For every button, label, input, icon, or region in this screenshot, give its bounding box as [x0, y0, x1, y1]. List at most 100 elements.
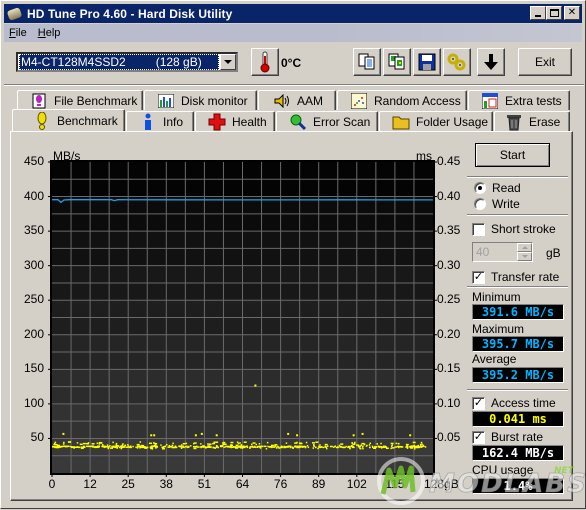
copy-screenshot-icon — [388, 53, 405, 70]
save-icon — [418, 53, 436, 71]
radio-read-label: Read — [492, 181, 521, 195]
check-icon: ✓ — [472, 270, 485, 284]
tab-label: Disk monitor — [181, 93, 248, 108]
transfer-rate-checkbox[interactable]: ✓ Transfer rate — [472, 270, 559, 284]
info-icon — [139, 113, 157, 130]
minimum-label: Minimum — [472, 290, 521, 304]
close-button[interactable]: ✕ — [564, 6, 580, 20]
radio-write[interactable]: Write — [474, 197, 520, 211]
divider — [467, 214, 568, 216]
save-button[interactable] — [413, 48, 441, 76]
radio-read-indicator — [474, 182, 486, 194]
average-value: 395.2 MB/s — [472, 367, 564, 383]
tab-info[interactable]: Info — [126, 111, 194, 131]
maximize-icon — [549, 9, 559, 17]
tab-label: Erase — [529, 114, 561, 129]
drive-capacity: (128 gB) — [155, 55, 202, 69]
divider — [467, 389, 568, 391]
trash-icon — [505, 114, 523, 130]
title-bar[interactable]: HD Tune Pro 4.60 - Hard Disk Utility ✕ — [4, 4, 582, 23]
start-label: Start — [499, 148, 526, 162]
maximize-button[interactable] — [546, 6, 562, 20]
burst-rate-checkbox[interactable]: ✓ Burst rate — [472, 430, 543, 444]
exclamation-icon — [33, 111, 51, 130]
menu-file-label: ile — [15, 27, 27, 39]
chevron-down-icon — [224, 60, 232, 64]
app-window: HD Tune Pro 4.60 - Hard Disk Utility ✕ F… — [0, 0, 586, 509]
short-stroke-unit: gB — [546, 246, 561, 260]
disk-monitor-icon — [157, 93, 175, 109]
tab-erase[interactable]: Erase — [494, 111, 570, 131]
burst-rate-value: 162.4 MB/s — [472, 445, 564, 461]
temperature-button[interactable] — [251, 48, 279, 76]
close-icon: ✕ — [567, 7, 577, 18]
menu-help-accel: H — [37, 27, 46, 39]
speaker-icon — [273, 93, 291, 109]
access-time-value: 0.041 ms — [472, 411, 564, 427]
short-stroke-value: 40 — [476, 245, 490, 259]
copy-text-button[interactable] — [353, 48, 381, 76]
options-button[interactable] — [443, 48, 471, 76]
menu-help-label: elp — [45, 27, 61, 39]
tab-label: File Benchmark — [54, 93, 138, 108]
tab-error-scan[interactable]: Error Scan — [276, 111, 378, 131]
tab-aam[interactable]: AAM — [258, 90, 336, 110]
spin-up-button[interactable] — [517, 243, 532, 252]
transfer-rate-label: Transfer rate — [491, 270, 560, 284]
window-title: HD Tune Pro 4.60 - Hard Disk Utility — [27, 6, 233, 21]
access-time-checkbox[interactable]: ✓ Access time — [472, 396, 556, 410]
menu-file[interactable]: File — [4, 27, 33, 39]
options-icon — [447, 53, 466, 71]
minimize-button[interactable] — [530, 6, 546, 20]
random-access-icon — [350, 92, 368, 109]
short-stroke-box — [472, 222, 485, 236]
divider — [467, 176, 568, 178]
tab-label: Info — [163, 114, 184, 129]
chevron-down-icon — [521, 255, 528, 258]
tab-folder-usage[interactable]: Folder Usage — [379, 111, 493, 131]
drive-dropdown-button[interactable] — [220, 54, 236, 70]
cpu-usage-label: CPU usage — [472, 463, 534, 477]
chevron-up-icon — [521, 246, 528, 249]
spin-down-button[interactable] — [517, 252, 532, 261]
menu-bar: File Help — [4, 24, 582, 42]
tab-label: Extra tests — [505, 93, 562, 108]
radio-write-label: Write — [492, 197, 520, 211]
minimum-value: 391.6 MB/s — [472, 304, 564, 320]
tab-benchmark[interactable]: Benchmark — [12, 109, 125, 131]
short-stroke-spinner[interactable]: 40 — [472, 242, 533, 262]
drive-select[interactable]: M4-CT128M4SSD2 (128 gB) — [16, 52, 238, 72]
copy-screenshot-button[interactable] — [383, 48, 411, 76]
radio-read[interactable]: Read — [474, 181, 521, 195]
maximum-value: 395.7 MB/s — [472, 336, 564, 352]
divider — [467, 286, 568, 288]
average-label: Average — [472, 352, 517, 366]
minimize-icon — [535, 15, 541, 17]
tab-random-access[interactable]: Random Access — [337, 90, 467, 110]
download-button[interactable] — [477, 48, 505, 76]
download-arrow-icon — [484, 54, 498, 70]
tab-label: Folder Usage — [416, 114, 489, 129]
tab-label: Health — [232, 114, 267, 129]
tab-disk-monitor[interactable]: Disk monitor — [144, 90, 257, 110]
folder-icon — [392, 114, 410, 130]
tab-health[interactable]: Health — [195, 111, 275, 131]
drive-select-value: M4-CT128M4SSD2 (128 gB) — [19, 54, 219, 70]
toolbar-divider — [4, 84, 584, 86]
menu-file-accel: F — [9, 27, 16, 39]
thermometer-icon — [260, 51, 270, 73]
copy-text-icon — [358, 53, 375, 70]
start-button[interactable]: Start — [475, 143, 550, 167]
short-stroke-checkbox[interactable]: Short stroke — [472, 222, 556, 236]
exit-button[interactable]: Exit — [518, 48, 572, 76]
check-icon: ✓ — [472, 430, 485, 444]
short-stroke-label: Short stroke — [491, 222, 556, 236]
health-cross-icon — [208, 113, 226, 130]
tab-extra-tests[interactable]: Extra tests — [468, 90, 570, 110]
drive-name: M4-CT128M4SSD2 — [21, 55, 126, 69]
check-icon: ✓ — [472, 396, 485, 410]
exit-label: Exit — [534, 55, 555, 69]
menu-help[interactable]: Help — [33, 27, 67, 39]
extra-tests-icon — [481, 92, 499, 109]
tab-file-benchmark[interactable]: File Benchmark — [17, 90, 143, 110]
